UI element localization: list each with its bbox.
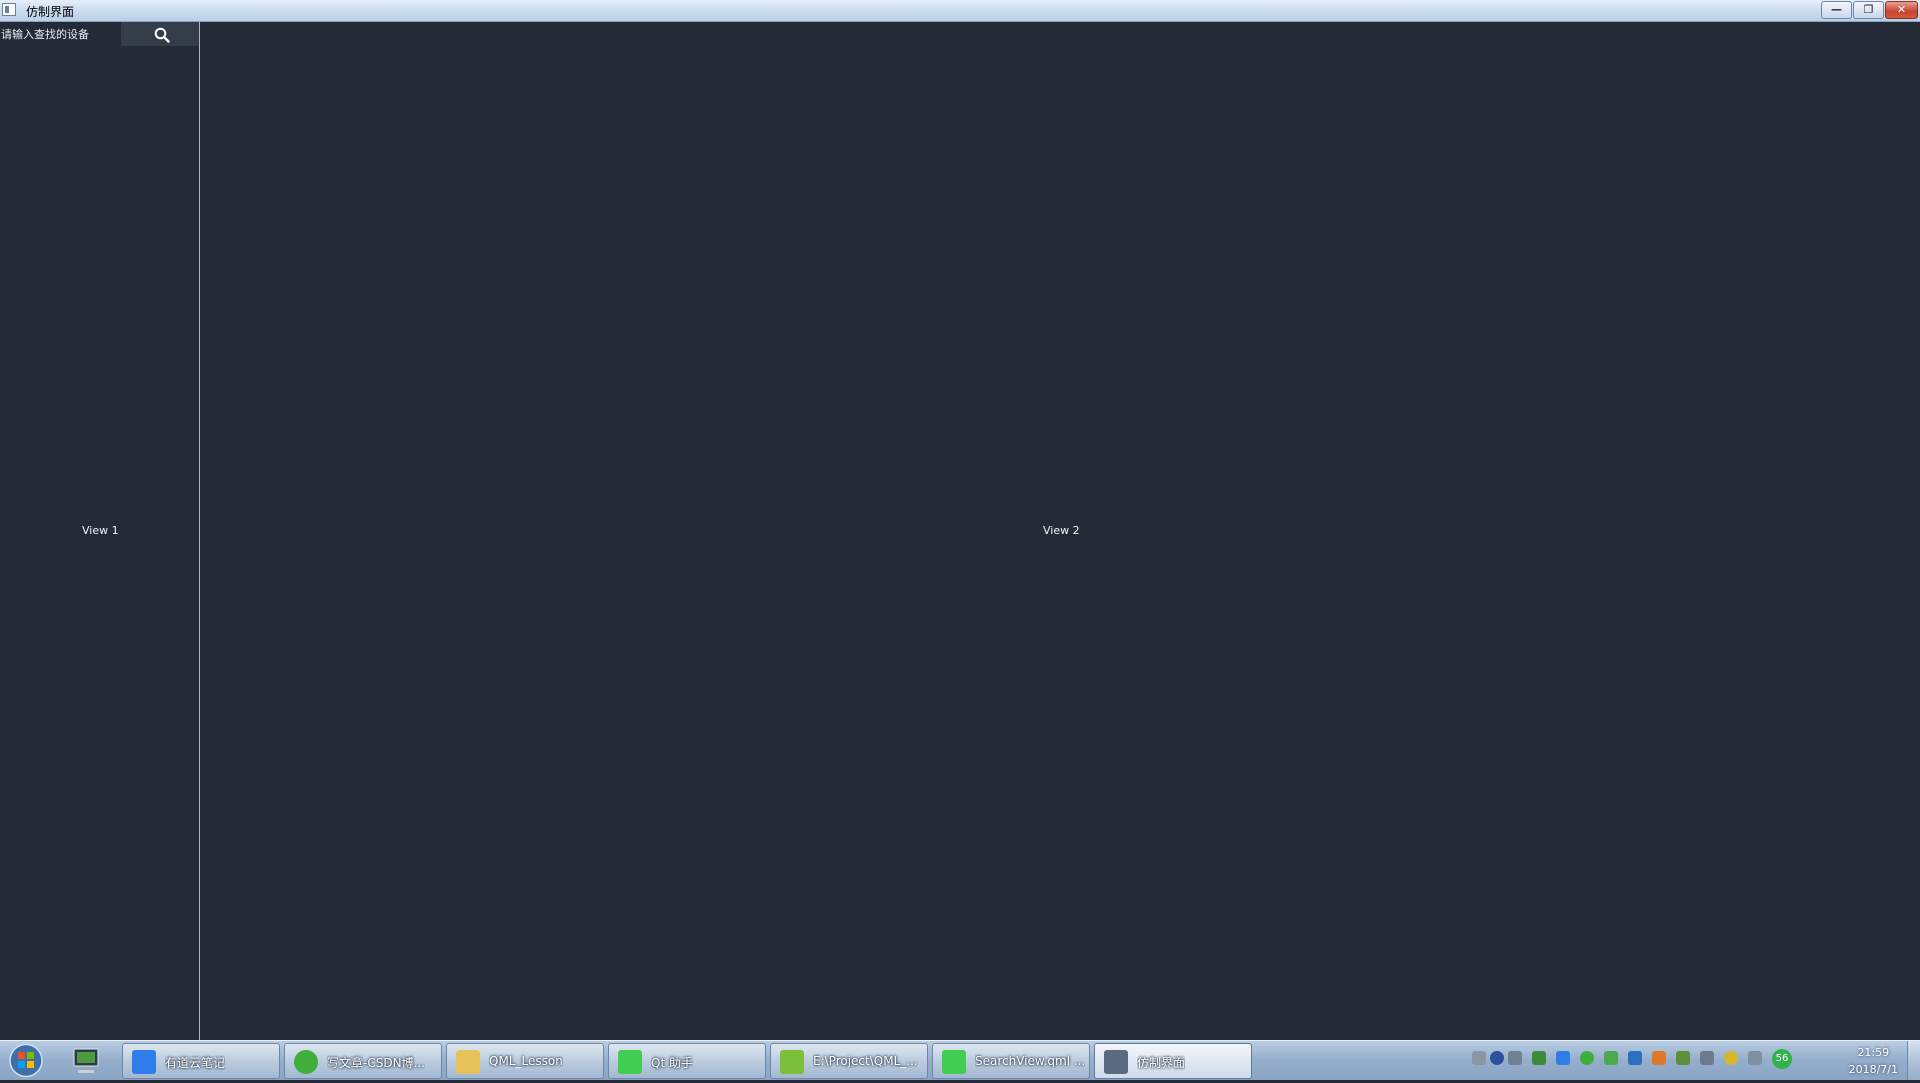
title-bar[interactable]: 仿制界面 — ❐ ✕ <box>0 0 1920 22</box>
taskbar-item-qt-assistant[interactable]: Qt 助手 <box>608 1043 766 1079</box>
taskbar-item-label: SearchView.qml ... <box>975 1054 1085 1068</box>
window-title: 仿制界面 <box>26 5 75 19</box>
taskbar-item-label: Qt 助手 <box>651 1056 693 1070</box>
tray-badge[interactable]: 56 <box>1772 1049 1792 1069</box>
taskbar-item-label: 仿制界面 <box>1137 1056 1186 1070</box>
help-icon[interactable] <box>1490 1051 1504 1065</box>
minimize-icon: — <box>1831 3 1842 16</box>
minimize-button[interactable]: — <box>1821 1 1852 19</box>
taskbar-item-label: QML_Lesson <box>489 1054 563 1068</box>
show-desktop-button[interactable] <box>1907 1041 1920 1080</box>
clock[interactable]: 21:59 2018/7/1 <box>1849 1044 1898 1078</box>
left-panel: View 1 <box>0 22 200 1040</box>
youdao-tray-icon[interactable] <box>1556 1051 1570 1065</box>
update-icon[interactable] <box>1724 1051 1738 1065</box>
taskbar-item-folder[interactable]: QML_Lesson <box>446 1043 604 1079</box>
view-1-label: View 1 <box>82 524 119 537</box>
search-bar <box>0 22 199 46</box>
view-2-label: View 2 <box>1043 524 1080 537</box>
security-icon[interactable] <box>1676 1051 1690 1065</box>
network-icon[interactable] <box>1700 1051 1714 1065</box>
restore-button[interactable]: ❐ <box>1853 1 1884 19</box>
qt-icon <box>618 1050 642 1074</box>
start-button[interactable] <box>6 1042 46 1079</box>
taskbar-item-app-window[interactable]: 仿制界面 <box>1094 1043 1252 1079</box>
taskbar: 有道云笔记 写文章-CSDN博... QML_Lesson Qt 助手 E:\P… <box>0 1040 1920 1080</box>
app-window: 仿制界面 — ❐ ✕ View 1 View 2 <box>0 0 1920 1040</box>
taskbar-item-qt-creator[interactable]: SearchView.qml ... <box>932 1043 1090 1079</box>
app-window-icon <box>1104 1050 1128 1074</box>
notepad-icon <box>780 1050 804 1074</box>
folder-icon <box>456 1050 480 1074</box>
windows-logo-icon <box>9 1043 43 1078</box>
clock-time: 21:59 <box>1857 1046 1890 1059</box>
youdao-note-icon <box>132 1050 156 1074</box>
taskbar-item-label: E:\Project\QML_... <box>813 1054 918 1068</box>
taskbar-item-browser[interactable]: 写文章-CSDN博... <box>284 1043 442 1079</box>
quick-launch-computer[interactable] <box>70 1047 102 1075</box>
keyboard-icon[interactable] <box>1472 1051 1486 1065</box>
battery-icon[interactable] <box>1532 1051 1546 1065</box>
search-input[interactable] <box>0 22 122 46</box>
search-tray-icon[interactable] <box>1652 1051 1666 1065</box>
browser-icon <box>294 1050 318 1074</box>
browser-tray-icon[interactable] <box>1580 1051 1594 1065</box>
computer-icon <box>73 1048 99 1073</box>
taskbar-item-label: 写文章-CSDN博... <box>327 1056 425 1070</box>
close-button[interactable]: ✕ <box>1885 1 1918 19</box>
expand-tray-icon[interactable] <box>1508 1051 1522 1065</box>
taskbar-item-notepad[interactable]: E:\Project\QML_... <box>770 1043 928 1079</box>
shield-icon[interactable] <box>1604 1051 1618 1065</box>
restore-icon: ❐ <box>1863 3 1874 16</box>
close-icon: ✕ <box>1896 3 1907 16</box>
app-icon[interactable] <box>2 3 16 16</box>
window-controls: — ❐ ✕ <box>1820 1 1918 19</box>
taskbar-item-label: 有道云笔记 <box>165 1056 226 1070</box>
right-panel: View 2 <box>201 22 1920 1040</box>
volume-icon[interactable] <box>1748 1051 1762 1065</box>
qt-creator-icon <box>942 1050 966 1074</box>
clock-date: 2018/7/1 <box>1848 1063 1898 1076</box>
app-tray-icon[interactable] <box>1628 1051 1642 1065</box>
search-button[interactable] <box>121 22 199 46</box>
taskbar-item-youdao[interactable]: 有道云笔记 <box>122 1043 280 1079</box>
search-icon <box>154 27 170 43</box>
